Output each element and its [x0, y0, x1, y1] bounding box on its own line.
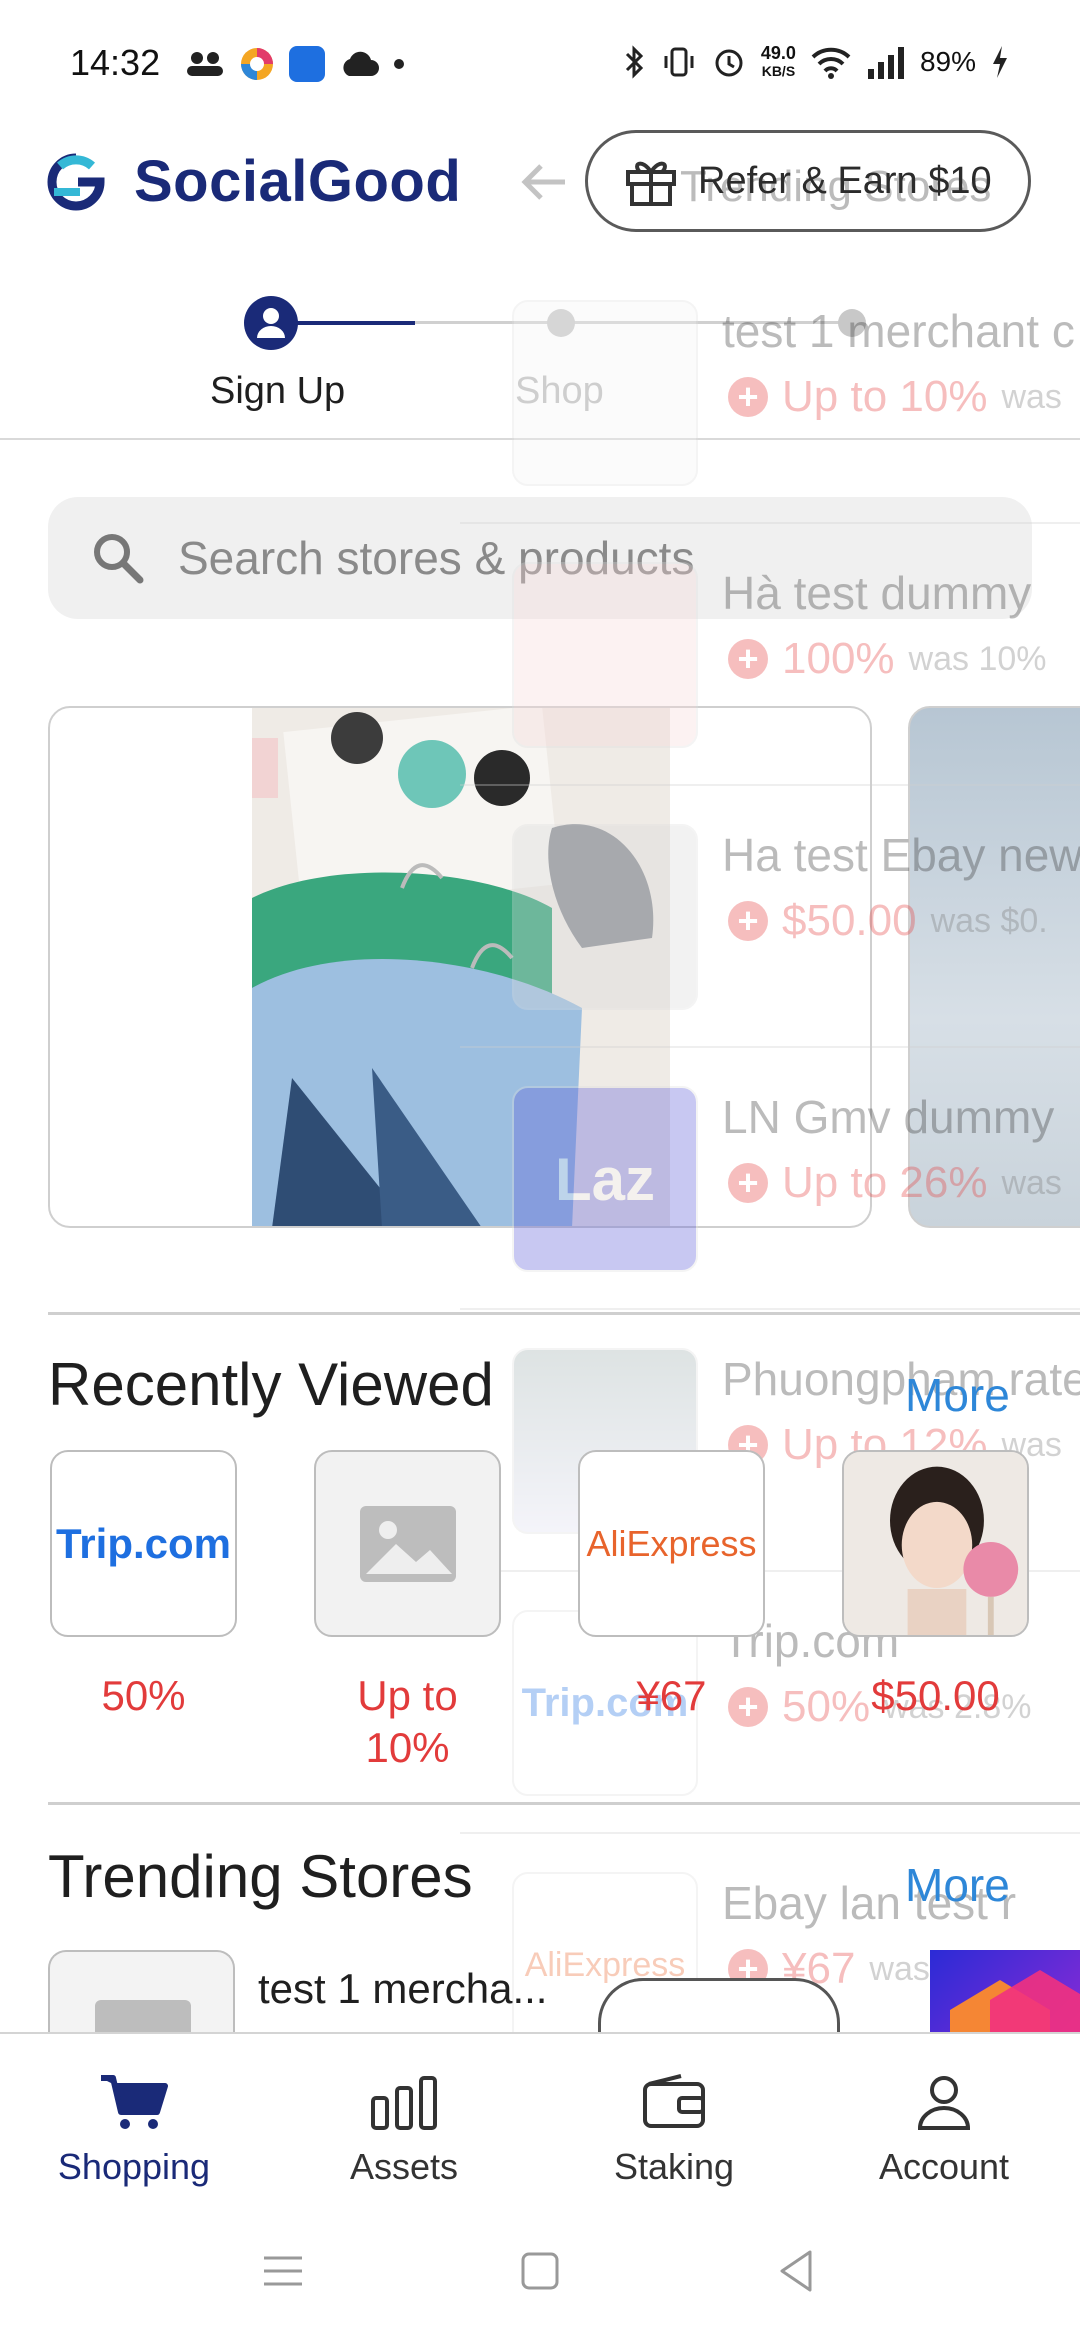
bar-chart-icon — [371, 2076, 437, 2130]
recently-viewed-title: Recently Viewed — [48, 1351, 494, 1418]
vibrate-icon — [664, 47, 694, 77]
refer-earn-label: Refer & Earn $10 — [698, 159, 992, 202]
search-input[interactable]: Search stores & products — [178, 531, 694, 585]
cloud-icon — [343, 51, 379, 76]
bluetooth-icon — [625, 45, 644, 79]
recent-store-rate: Up to 10% — [357, 1672, 458, 1771]
product-photo — [844, 1452, 1027, 1635]
group-icon — [187, 52, 223, 76]
wifi-icon — [811, 47, 851, 79]
net-speed: 49.0 KB/S — [760, 43, 796, 79]
app-logo[interactable]: SocialGood — [40, 148, 461, 215]
recently-viewed-more-link[interactable]: More — [905, 1368, 1010, 1422]
search-icon — [94, 534, 144, 584]
promo-banner-next[interactable] — [908, 706, 1080, 1228]
trip-logo: Trip.com — [55, 1519, 232, 1567]
menu-icon[interactable] — [258, 2246, 308, 2296]
overlay-was: was 10% — [908, 639, 1047, 678]
recent-store-rate: 50% — [101, 1672, 186, 1719]
section-divider — [48, 1802, 1080, 1805]
recent-store-card-trip[interactable]: Trip.com — [50, 1450, 237, 1637]
socialgood-logo-icon — [47, 153, 105, 210]
status-right: 49.0 KB/S 89% — [623, 44, 1010, 80]
refer-earn-button[interactable]: Refer & Earn $10 — [585, 130, 1031, 232]
gift-icon — [626, 161, 676, 206]
home-icon[interactable] — [515, 2246, 565, 2296]
app-header: SocialGood Refer & Earn $10 — [0, 130, 1080, 232]
overlay-rate-value: 100% — [782, 634, 895, 683]
cart-icon — [101, 2075, 168, 2129]
aliexpress-logo: AliExpress — [586, 1522, 757, 1564]
signal-icon — [867, 47, 904, 79]
onboarding-stepper: Sign Up Shop — [0, 280, 1080, 440]
person-icon — [257, 308, 285, 338]
recent-store-rate: $50.00 — [871, 1672, 1000, 1719]
alarm-icon — [715, 49, 743, 77]
back-arrow-icon[interactable] — [515, 152, 575, 212]
header-divider — [0, 438, 1080, 440]
nav-staking-label: Staking — [613, 2146, 735, 2187]
bottom-navigation: Shopping Assets Staking Account — [0, 2032, 1080, 2202]
dot-icon — [394, 59, 404, 69]
recent-store-card-placeholder[interactable] — [314, 1450, 501, 1637]
step-progress-line — [290, 321, 415, 325]
nav-account[interactable]: Account — [814, 2070, 1074, 2188]
overlay-name: Phuongpham rate — [722, 1353, 1080, 1405]
status-bar: 14:32 49.0 KB/S 89% — [0, 0, 1080, 130]
step-track-line — [415, 321, 855, 324]
nav-assets-label: Assets — [349, 2146, 459, 2187]
nav-shopping-label: Shopping — [57, 2146, 211, 2187]
search-bar[interactable]: Search stores & products — [48, 497, 1032, 619]
nav-staking[interactable]: Staking — [544, 2070, 804, 2188]
wallet-icon — [643, 2074, 705, 2128]
step-third-dot[interactable] — [838, 309, 866, 337]
battery-percent: 89% — [919, 46, 976, 77]
step-signup-label: Sign Up — [210, 370, 346, 412]
recent-store-rate: ¥67 — [636, 1672, 707, 1719]
recent-store-card-aliexpress[interactable]: AliExpress — [578, 1450, 765, 1637]
trending-store-name[interactable]: test 1 mercha... — [258, 1965, 547, 2013]
system-navigation-bar — [0, 2202, 1080, 2340]
status-time: 14:32 — [70, 42, 161, 83]
usb-icon — [289, 46, 325, 82]
trending-stores-title: Trending Stores — [48, 1843, 473, 1910]
nav-assets[interactable]: Assets — [274, 2070, 534, 2188]
trending-stores-more-link[interactable]: More — [905, 1858, 1010, 1912]
app-color-icon — [241, 48, 273, 80]
person-icon — [917, 2076, 971, 2130]
promo-banner[interactable] — [48, 706, 872, 1228]
overlay-rate: +100% was 10% — [728, 634, 1047, 684]
section-divider — [48, 1312, 1080, 1315]
image-placeholder-icon — [359, 1505, 456, 1582]
step-signup-dot[interactable] — [244, 296, 298, 350]
notification-icons — [185, 46, 405, 82]
app-name: SocialGood — [134, 149, 462, 214]
nav-account-label: Account — [878, 2146, 1010, 2187]
step-shop-label: Shop — [515, 370, 604, 412]
recent-store-card-photo[interactable] — [842, 1450, 1029, 1637]
step-shop-dot[interactable] — [547, 309, 575, 337]
nav-shopping[interactable]: Shopping — [4, 2070, 264, 2188]
banner-clothing-image — [252, 708, 670, 1226]
back-icon[interactable] — [772, 2246, 822, 2296]
clothing-illustration — [252, 708, 670, 1226]
charging-icon — [993, 46, 1007, 78]
